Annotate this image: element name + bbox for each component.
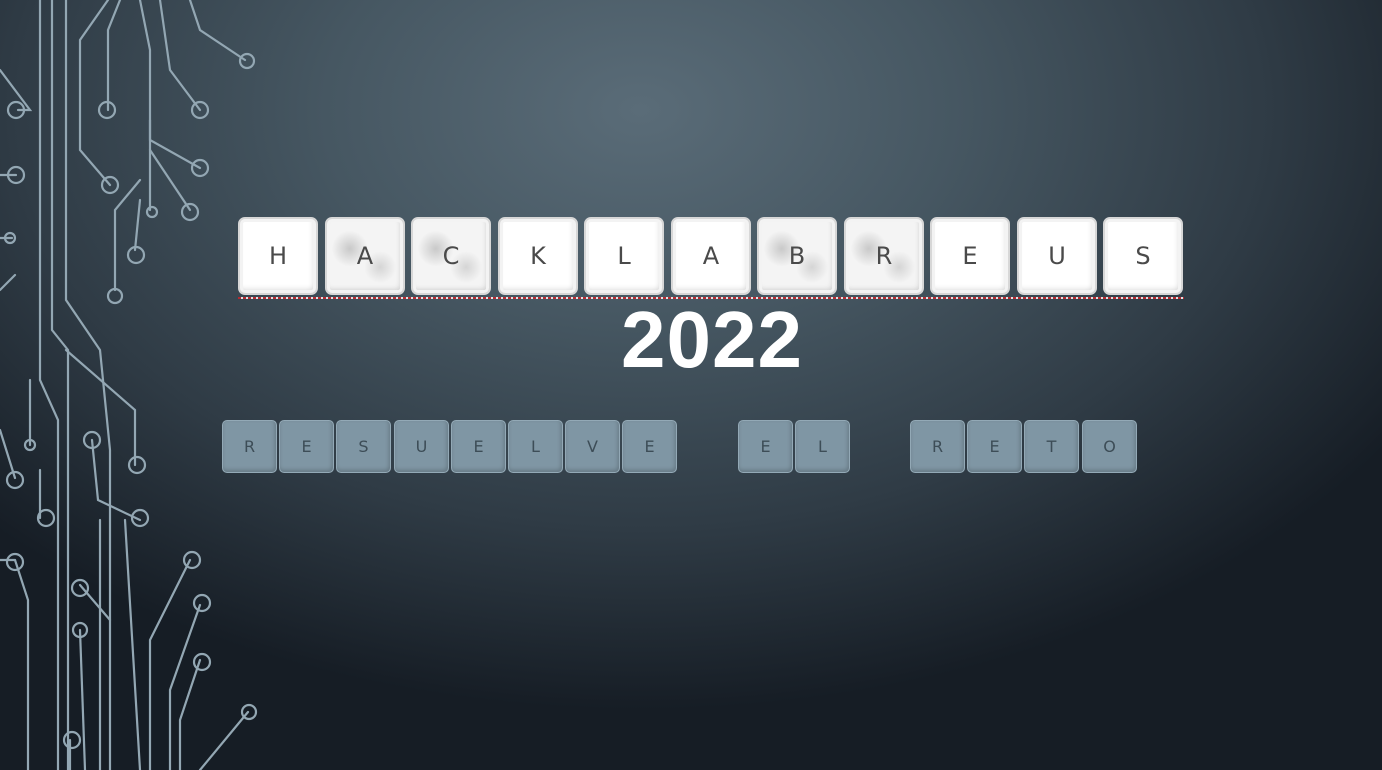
- circuit-lines-icon: [0, 0, 258, 770]
- title-keycap: B: [757, 217, 837, 295]
- title-keycap: H: [238, 217, 318, 295]
- subtitle-keycap: E: [622, 420, 677, 473]
- subtitle-keycap: O: [1082, 420, 1137, 473]
- title-keycap: K: [498, 217, 578, 295]
- title-keycap: E: [930, 217, 1010, 295]
- subtitle-keycap: U: [394, 420, 449, 473]
- title-keycap: U: [1017, 217, 1097, 295]
- subtitle-keycap: R: [910, 420, 965, 473]
- year-heading: 2022: [621, 295, 803, 384]
- title-keycap: R: [844, 217, 924, 295]
- slide-canvas: HACKLABREUS 2022 RESUELVEELRETO: [0, 0, 1382, 770]
- title-keycaps: HACKLABREUS: [238, 217, 1184, 297]
- subtitle-keycaps: RESUELVEELRETO: [222, 420, 1138, 474]
- subtitle-keycap: R: [222, 420, 277, 473]
- title-keycap: L: [584, 217, 664, 295]
- title-keycap: A: [671, 217, 751, 295]
- subtitle-keycap: E: [451, 420, 506, 473]
- subtitle-keycap: E: [738, 420, 793, 473]
- subtitle-keycap: T: [1024, 420, 1079, 473]
- subtitle-keycap: E: [967, 420, 1022, 473]
- subtitle-keycap: L: [508, 420, 563, 473]
- subtitle-keycap: L: [795, 420, 850, 473]
- title-keycap: S: [1103, 217, 1183, 295]
- title-keycap: C: [411, 217, 491, 295]
- subtitle-keycap: V: [565, 420, 620, 473]
- subtitle-keycap: E: [279, 420, 334, 473]
- subtitle-keycap: S: [336, 420, 391, 473]
- title-keycap: A: [325, 217, 405, 295]
